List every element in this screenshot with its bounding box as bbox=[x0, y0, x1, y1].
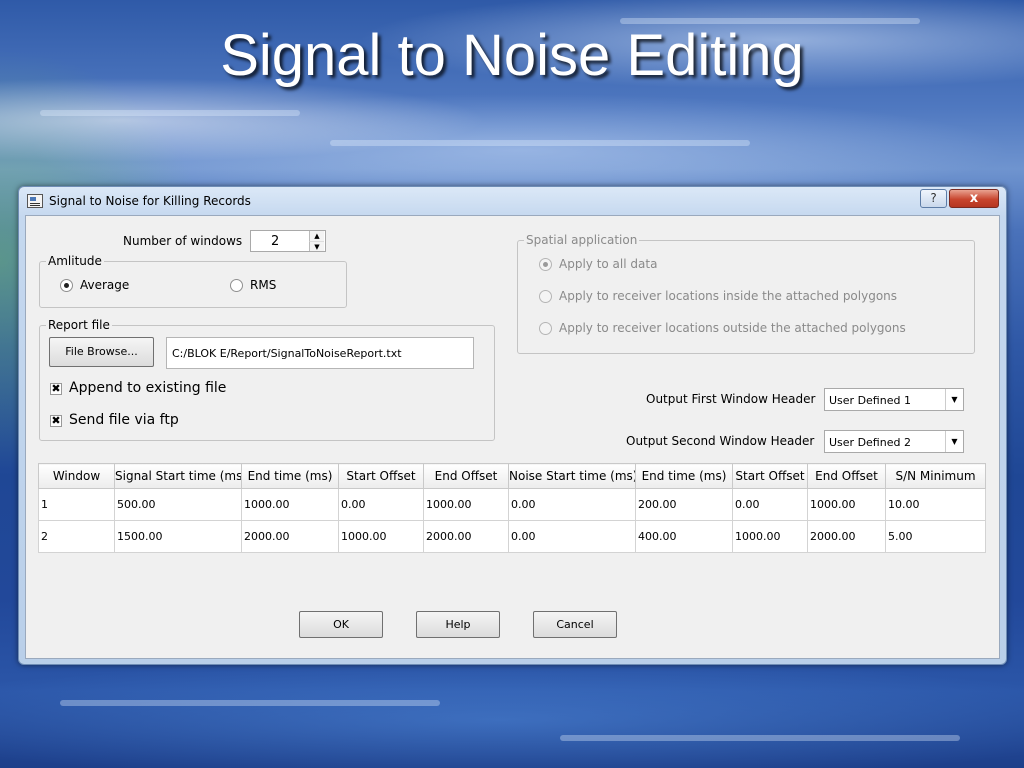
cloud-streak bbox=[330, 140, 750, 146]
dialog-client-area: Number of windows 2 ▲ ▼ Amlitude Average… bbox=[25, 215, 1000, 659]
help-button[interactable]: Help bbox=[416, 611, 500, 638]
average-radio-label[interactable]: Average bbox=[80, 278, 129, 292]
table-row[interactable]: 2 1500.00 2000.00 1000.00 2000.00 0.00 4… bbox=[38, 520, 986, 553]
apply-outside-radio[interactable] bbox=[539, 322, 552, 335]
dialog-title: Signal to Noise for Killing Records bbox=[49, 194, 251, 208]
report-path-field[interactable]: C:/BLOK E/Report/SignalToNoiseReport.txt bbox=[166, 337, 474, 369]
column-header[interactable]: Window bbox=[38, 463, 115, 489]
file-browse-button[interactable]: File Browse... bbox=[49, 337, 154, 367]
help-question-button[interactable]: ? bbox=[920, 189, 947, 208]
spatial-application-group-title: Spatial application bbox=[524, 233, 640, 247]
table-cell[interactable]: 1500.00 bbox=[114, 520, 242, 553]
windows-table[interactable]: Window Signal Start time (ms) End time (… bbox=[38, 463, 986, 553]
apply-outside-label[interactable]: Apply to receiver locations outside the … bbox=[559, 321, 906, 335]
ftp-checkbox[interactable]: ✖ bbox=[50, 415, 62, 427]
close-button[interactable]: x bbox=[949, 189, 999, 208]
triangle-up-icon[interactable]: ▲ bbox=[309, 231, 324, 241]
average-radio[interactable] bbox=[60, 279, 73, 292]
output-second-value[interactable]: User Defined 2 bbox=[829, 436, 911, 449]
append-checkbox[interactable]: ✖ bbox=[50, 383, 62, 395]
output-second-combo[interactable]: User Defined 2 ▼ bbox=[824, 430, 964, 453]
column-header[interactable]: End Offset bbox=[423, 463, 509, 489]
table-cell[interactable]: 500.00 bbox=[114, 488, 242, 521]
table-cell[interactable]: 2000.00 bbox=[423, 520, 509, 553]
table-cell[interactable]: 0.00 bbox=[732, 488, 808, 521]
apply-inside-label[interactable]: Apply to receiver locations inside the a… bbox=[559, 289, 897, 303]
column-header[interactable]: Start Offset bbox=[338, 463, 424, 489]
slide-title: Signal to Noise Editing bbox=[220, 23, 804, 88]
table-cell[interactable]: 10.00 bbox=[885, 488, 986, 521]
column-header[interactable]: End time (ms) bbox=[241, 463, 339, 489]
x-check-icon: ✖ bbox=[51, 382, 61, 395]
table-cell[interactable]: 200.00 bbox=[635, 488, 733, 521]
rms-radio-label[interactable]: RMS bbox=[250, 278, 276, 292]
column-header[interactable]: Signal Start time (ms) bbox=[114, 463, 242, 489]
spatial-application-group: Spatial application Apply to all data Ap… bbox=[517, 233, 975, 354]
table-cell[interactable]: 400.00 bbox=[635, 520, 733, 553]
column-header[interactable]: Start Offset bbox=[732, 463, 808, 489]
table-cell[interactable]: 0.00 bbox=[338, 488, 424, 521]
table-cell[interactable]: 1000.00 bbox=[732, 520, 808, 553]
apply-all-label[interactable]: Apply to all data bbox=[559, 257, 657, 271]
table-cell[interactable]: 2 bbox=[38, 520, 115, 553]
x-check-icon: ✖ bbox=[51, 414, 61, 427]
signal-to-noise-dialog: Signal to Noise for Killing Records ? x … bbox=[18, 186, 1007, 665]
report-file-group-title: Report file bbox=[46, 318, 112, 332]
table-row[interactable]: 1 500.00 1000.00 0.00 1000.00 0.00 200.0… bbox=[38, 488, 986, 521]
ftp-checkbox-label[interactable]: Send file via ftp bbox=[69, 412, 179, 428]
append-checkbox-label[interactable]: Append to existing file bbox=[69, 380, 226, 396]
apply-inside-radio[interactable] bbox=[539, 290, 552, 303]
dialog-titlebar[interactable]: Signal to Noise for Killing Records ? x bbox=[19, 187, 1006, 215]
output-first-combo[interactable]: User Defined 1 ▼ bbox=[824, 388, 964, 411]
column-header[interactable]: S/N Minimum bbox=[885, 463, 986, 489]
table-cell[interactable]: 1000.00 bbox=[241, 488, 339, 521]
table-cell[interactable]: 0.00 bbox=[508, 488, 636, 521]
table-cell[interactable]: 2000.00 bbox=[241, 520, 339, 553]
table-cell[interactable]: 1000.00 bbox=[807, 488, 886, 521]
column-header[interactable]: Noise Start time (ms) bbox=[508, 463, 636, 489]
water-streak bbox=[60, 700, 440, 706]
app-window-icon bbox=[27, 194, 43, 208]
question-mark-icon: ? bbox=[930, 191, 937, 205]
rms-radio[interactable] bbox=[230, 279, 243, 292]
ok-button[interactable]: OK bbox=[299, 611, 383, 638]
table-cell[interactable]: 1000.00 bbox=[423, 488, 509, 521]
number-of-windows-value[interactable]: 2 bbox=[271, 234, 279, 249]
table-cell[interactable]: 0.00 bbox=[508, 520, 636, 553]
table-cell[interactable]: 2000.00 bbox=[807, 520, 886, 553]
water-streak bbox=[560, 735, 960, 741]
output-second-label: Output Second Window Header bbox=[626, 434, 815, 448]
chevron-down-icon[interactable]: ▼ bbox=[945, 389, 963, 410]
number-of-windows-spinbox[interactable]: 2 ▲ ▼ bbox=[250, 230, 326, 252]
triangle-down-icon[interactable]: ▼ bbox=[309, 241, 324, 251]
amplitude-group-title: Amlitude bbox=[46, 254, 104, 268]
report-file-group: Report file File Browse... C:/BLOK E/Rep… bbox=[39, 318, 495, 441]
close-x-icon: x bbox=[969, 191, 979, 206]
amplitude-group: Amlitude Average RMS bbox=[39, 254, 347, 308]
table-cell[interactable]: 5.00 bbox=[885, 520, 986, 553]
output-first-label: Output First Window Header bbox=[646, 392, 816, 406]
column-header[interactable]: End time (ms) bbox=[635, 463, 733, 489]
cloud-streak bbox=[40, 110, 300, 116]
apply-all-radio[interactable] bbox=[539, 258, 552, 271]
table-header-row: Window Signal Start time (ms) End time (… bbox=[38, 463, 986, 489]
chevron-down-icon[interactable]: ▼ bbox=[945, 431, 963, 452]
number-of-windows-label: Number of windows bbox=[123, 234, 243, 248]
cancel-button[interactable]: Cancel bbox=[533, 611, 617, 638]
table-cell[interactable]: 1000.00 bbox=[338, 520, 424, 553]
column-header[interactable]: End Offset bbox=[807, 463, 886, 489]
table-cell[interactable]: 1 bbox=[38, 488, 115, 521]
output-first-value[interactable]: User Defined 1 bbox=[829, 394, 911, 407]
